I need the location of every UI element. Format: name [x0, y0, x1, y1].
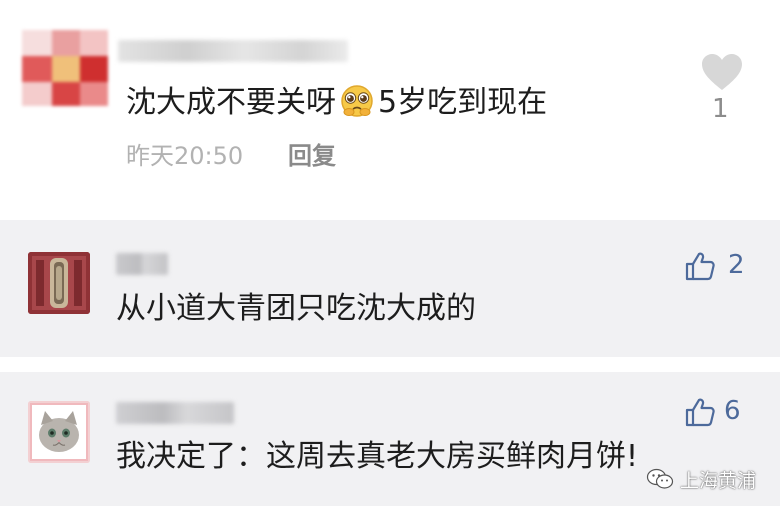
like-count: 1 — [712, 94, 729, 124]
comment-text: 我决定了：这周去真老大房买鲜肉月饼! — [116, 439, 639, 474]
avatar[interactable] — [28, 252, 90, 314]
username-blurred — [116, 402, 234, 424]
heart-like-button[interactable] — [700, 52, 744, 92]
watermark-text: 上海黄浦 — [680, 469, 757, 492]
like-count: 6 — [724, 396, 741, 426]
thumbs-up-icon[interactable] — [684, 250, 716, 282]
username-blurred — [118, 40, 348, 62]
wechat-icon — [646, 468, 674, 489]
comment-text: 从小道大青团只吃沈大成的 — [116, 291, 476, 326]
comment-card-2 — [0, 220, 780, 357]
heart-icon — [702, 54, 742, 90]
avatar[interactable] — [28, 401, 90, 463]
divider — [0, 357, 780, 372]
avatar[interactable] — [22, 30, 108, 106]
watermark: 上海黄浦 — [646, 464, 756, 494]
reply-button[interactable]: 回复 — [288, 140, 336, 172]
like-count: 2 — [728, 250, 745, 280]
comment-text: 沈大成不要关呀 5岁吃到现在 — [126, 84, 548, 120]
thumbs-up-icon[interactable] — [684, 396, 716, 428]
comment-time: 昨天20:50 — [126, 142, 244, 170]
username-blurred — [116, 253, 168, 275]
pleading-face-emoji-icon — [337, 84, 377, 118]
